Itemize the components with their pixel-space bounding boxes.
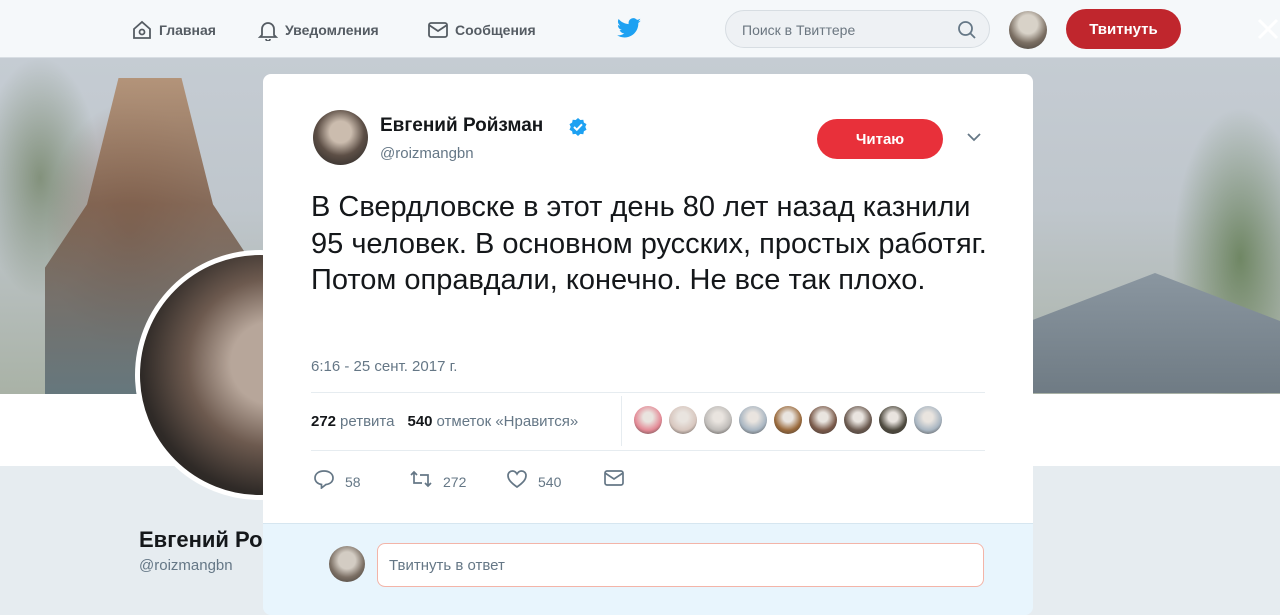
- twitter-bird-icon[interactable]: [616, 17, 642, 41]
- search-input[interactable]: [740, 20, 954, 40]
- reply-input[interactable]: [377, 543, 984, 587]
- envelope-icon: [428, 22, 448, 38]
- home-icon: [133, 20, 151, 39]
- liker-avatar[interactable]: [774, 406, 802, 434]
- tweet-timestamp[interactable]: 6:16 - 25 сент. 2017 г.: [311, 358, 457, 375]
- liker-avatar[interactable]: [809, 406, 837, 434]
- profile-name: Евгений Ро: [139, 527, 263, 552]
- like-action[interactable]: 540: [506, 468, 561, 490]
- liker-avatar[interactable]: [634, 406, 662, 434]
- nav-notifications-label: Уведомления: [285, 22, 379, 38]
- tweet-stats: 272 ретвита 540 отметок «Нравится»: [311, 411, 578, 431]
- banner-house-right: [1030, 273, 1280, 393]
- nav-home[interactable]: Главная: [131, 18, 216, 42]
- retweet-action[interactable]: 272: [409, 468, 466, 490]
- divider: [311, 450, 985, 451]
- nav-messages-label: Сообщения: [455, 22, 536, 38]
- verified-badge-icon: [569, 118, 587, 136]
- user-avatar[interactable]: [1009, 11, 1047, 49]
- liker-avatar[interactable]: [669, 406, 697, 434]
- liker-avatar[interactable]: [879, 406, 907, 434]
- close-icon[interactable]: [1257, 18, 1279, 40]
- liker-avatar[interactable]: [704, 406, 732, 434]
- liker-avatars: [634, 406, 949, 434]
- tweet-button[interactable]: Твитнуть: [1066, 9, 1181, 49]
- tweet-modal: Евгений Ройзман @roizmangbn Читаю В Свер…: [263, 74, 1033, 615]
- top-navigation-bar: Главная Уведомления Сообщения Твитнуть: [0, 0, 1280, 58]
- likes-count[interactable]: 540: [407, 413, 432, 430]
- liker-avatar[interactable]: [844, 406, 872, 434]
- direct-message-action[interactable]: [603, 468, 625, 488]
- stats-divider: [621, 396, 622, 446]
- retweet-icon: [410, 470, 432, 488]
- chevron-down-icon[interactable]: [966, 132, 982, 142]
- retweets-label[interactable]: ретвита: [340, 413, 394, 430]
- like-count: 540: [538, 474, 562, 490]
- tweet-text: В Свердловске в этот день 80 лет назад к…: [311, 191, 987, 296]
- search-icon[interactable]: [957, 20, 977, 40]
- reply-action[interactable]: 58: [313, 468, 361, 490]
- likes-label[interactable]: отметок «Нравится»: [437, 413, 579, 430]
- author-name[interactable]: Евгений Ройзман: [380, 115, 543, 137]
- retweet-count: 272: [443, 474, 467, 490]
- divider: [311, 392, 985, 393]
- heart-icon: [507, 470, 527, 489]
- liker-avatar[interactable]: [914, 406, 942, 434]
- reply-user-avatar[interactable]: [329, 546, 365, 582]
- envelope-icon: [604, 470, 624, 486]
- reply-composer: [263, 523, 1033, 615]
- profile-handle: @roizmangbn: [139, 557, 233, 574]
- following-button[interactable]: Читаю: [817, 119, 943, 159]
- author-avatar[interactable]: [313, 110, 368, 165]
- author-handle[interactable]: @roizmangbn: [380, 145, 474, 162]
- liker-avatar[interactable]: [739, 406, 767, 434]
- nav-home-label: Главная: [159, 22, 216, 38]
- retweets-count[interactable]: 272: [311, 413, 336, 430]
- reply-icon: [314, 470, 334, 489]
- bell-icon: [257, 22, 279, 41]
- nav-notifications[interactable]: Уведомления: [257, 18, 379, 42]
- search-box[interactable]: [725, 10, 990, 48]
- nav-messages[interactable]: Сообщения: [427, 18, 536, 42]
- reply-count: 58: [345, 474, 361, 490]
